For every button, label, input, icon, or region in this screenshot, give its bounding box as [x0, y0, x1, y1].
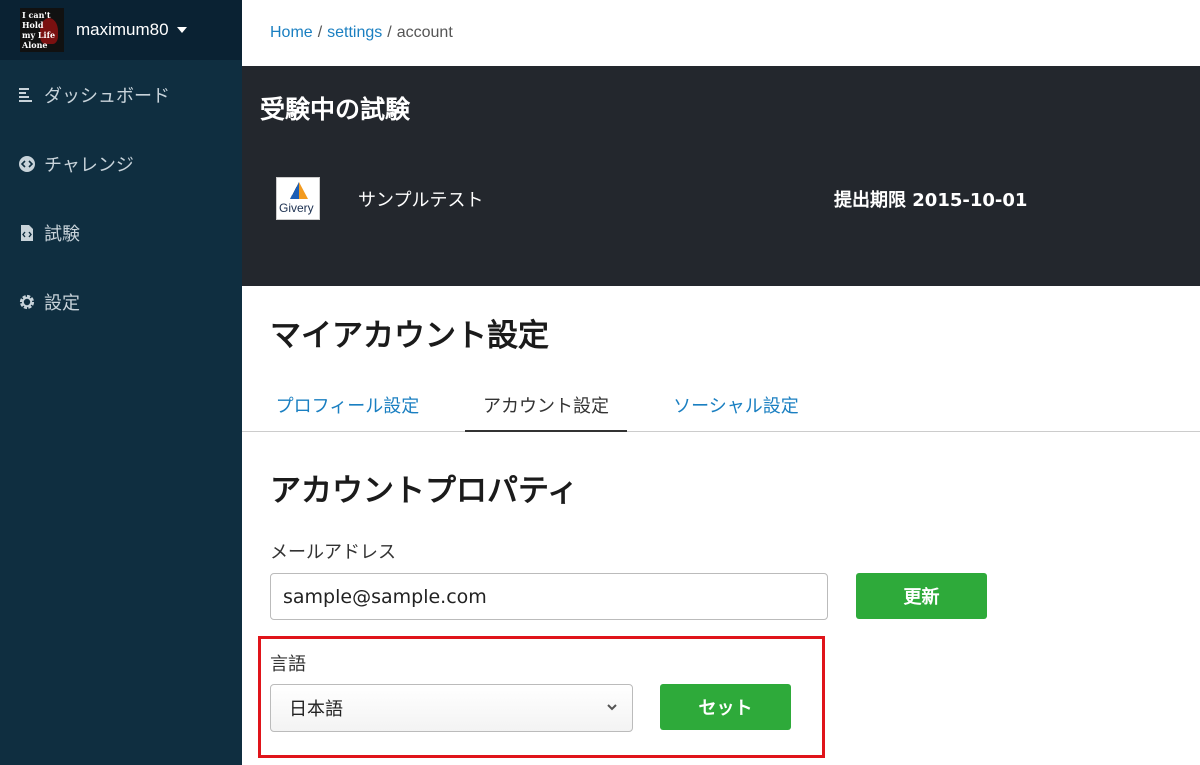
main-content: Home / settings / account 受験中の試験 Givery …: [242, 0, 1200, 765]
breadcrumb-settings-link[interactable]: settings: [327, 24, 382, 42]
email-field[interactable]: [270, 573, 828, 620]
sidebar-item-challenge[interactable]: チャレンジ: [0, 129, 242, 198]
section-title: アカウントプロパティ: [270, 473, 579, 509]
breadcrumb-home-link[interactable]: Home: [270, 24, 313, 42]
sidebar-item-label: 試験: [44, 223, 80, 245]
settings-tabs: プロフィール設定 アカウント設定 ソーシャル設定: [242, 385, 1200, 432]
dashboard-icon: [18, 86, 36, 104]
code-file-icon: [18, 224, 36, 242]
tab-social-settings[interactable]: ソーシャル設定: [668, 385, 804, 432]
caret-down-icon[interactable]: [176, 27, 187, 33]
current-exam-panel: 受験中の試験: [242, 66, 1200, 286]
sidebar-item-settings[interactable]: 設定: [0, 267, 242, 336]
language-selected-value: 日本語: [289, 699, 343, 720]
avatar: I can't Hold my Life Alone: [20, 8, 64, 52]
tab-profile-settings[interactable]: プロフィール設定: [270, 385, 425, 432]
language-select[interactable]: 日本語: [270, 684, 633, 732]
update-button[interactable]: 更新: [856, 573, 987, 619]
user-menu[interactable]: I can't Hold my Life Alone maximum80: [0, 0, 242, 60]
sidebar-item-label: 設定: [44, 292, 80, 314]
tab-account-settings[interactable]: アカウント設定: [465, 385, 627, 432]
sidebar-item-dashboard[interactable]: ダッシュボード: [0, 60, 242, 129]
breadcrumb-current: account: [396, 24, 453, 41]
chevron-down-icon: [607, 704, 617, 711]
page-title: マイアカウント設定: [270, 318, 549, 354]
breadcrumb: Home / settings / account: [242, 0, 1200, 66]
exam-deadline: 提出期限 2015-10-01: [834, 190, 1028, 211]
set-language-button[interactable]: セット: [660, 684, 791, 730]
givery-logo: Givery: [276, 177, 320, 220]
exam-name[interactable]: サンプルテスト: [358, 186, 483, 212]
code-circle-icon: [18, 155, 36, 173]
username[interactable]: maximum80: [76, 20, 169, 40]
gear-icon: [18, 293, 36, 311]
breadcrumb-separator: /: [317, 24, 323, 41]
language-label: 言語: [270, 654, 306, 675]
breadcrumb-separator: /: [387, 24, 392, 41]
exam-panel-heading: 受験中の試験: [260, 95, 411, 124]
sidebar-item-exam[interactable]: 試験: [0, 198, 242, 267]
sidebar-item-label: チャレンジ: [44, 154, 134, 176]
sidebar-item-label: ダッシュボード: [44, 85, 170, 107]
sidebar: I can't Hold my Life Alone maximum80 ダッシ…: [0, 0, 242, 765]
email-label: メールアドレス: [270, 542, 396, 563]
